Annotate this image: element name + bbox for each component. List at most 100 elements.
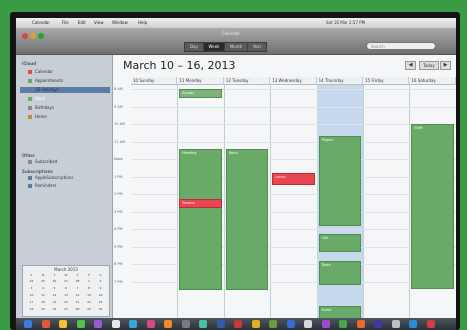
calendar-event[interactable]: All-day bbox=[179, 89, 222, 98]
minimize-window-button[interactable] bbox=[30, 33, 36, 39]
segment-day[interactable]: Day bbox=[184, 42, 204, 52]
mini-calendar-day[interactable]: 4 bbox=[38, 286, 49, 291]
downloads-icon[interactable] bbox=[409, 320, 417, 328]
preview-icon[interactable] bbox=[216, 320, 225, 328]
pages-icon[interactable] bbox=[356, 320, 365, 328]
contacts-icon[interactable] bbox=[234, 320, 242, 328]
terminal-icon[interactable] bbox=[391, 320, 400, 328]
mini-calendar-day[interactable]: 6 bbox=[61, 286, 72, 291]
calendar-event[interactable]: Project bbox=[318, 136, 361, 226]
today-button[interactable]: Today bbox=[419, 61, 439, 70]
calendar-event[interactable]: Call bbox=[318, 234, 361, 252]
menubar-clock[interactable]: Sat 16 Mar 2:57 PM bbox=[326, 20, 365, 26]
photos-icon[interactable] bbox=[146, 320, 155, 328]
day-header[interactable]: 14 Thursday bbox=[316, 77, 363, 85]
notes-icon[interactable] bbox=[59, 320, 67, 328]
sidebar-calendar-item[interactable]: US Holidays bbox=[28, 87, 59, 93]
messages-icon[interactable] bbox=[76, 320, 85, 328]
sidebar-calendar-item[interactable]: Calendar bbox=[28, 69, 53, 75]
zoom-window-button[interactable] bbox=[38, 33, 44, 39]
mini-calendar-day[interactable]: 20 bbox=[61, 300, 72, 305]
mail-icon[interactable] bbox=[41, 320, 50, 328]
mini-calendar-day[interactable]: 25 bbox=[38, 279, 49, 284]
mini-calendar-day[interactable]: 21 bbox=[72, 300, 83, 305]
mini-calendar-day[interactable]: 11 bbox=[38, 293, 49, 298]
settings-icon[interactable] bbox=[181, 320, 190, 328]
calendar-event[interactable]: Team bbox=[318, 260, 361, 285]
calendar-event[interactable]: Lunch bbox=[272, 173, 315, 186]
mini-calendar-day[interactable]: 22 bbox=[84, 300, 95, 305]
mini-calendar-day[interactable]: 18 bbox=[38, 300, 49, 305]
mini-calendar-day[interactable]: 28 bbox=[72, 307, 83, 312]
mini-calendar-day[interactable]: 8 bbox=[84, 286, 95, 291]
calendar-event[interactable]: Review bbox=[179, 199, 222, 208]
mini-calendar-day[interactable]: 10 bbox=[26, 293, 37, 298]
day-header[interactable]: 13 Wednesday bbox=[270, 77, 317, 85]
day-header[interactable]: 11 Monday bbox=[177, 77, 224, 85]
numbers-icon[interactable] bbox=[339, 320, 347, 328]
mini-calendar-day[interactable]: 26 bbox=[49, 307, 60, 312]
mini-calendar-day[interactable]: 27 bbox=[61, 307, 72, 312]
mini-calendar-day[interactable]: 16 bbox=[95, 293, 106, 298]
facetime-icon[interactable] bbox=[269, 320, 277, 328]
menu-view[interactable]: View bbox=[94, 20, 104, 26]
mini-calendar-day[interactable]: 24 bbox=[26, 307, 37, 312]
appstore-icon[interactable] bbox=[129, 320, 137, 328]
day-column[interactable] bbox=[131, 85, 179, 318]
mini-calendar-day[interactable]: 17 bbox=[26, 300, 37, 305]
itunes-icon[interactable] bbox=[94, 320, 102, 328]
mini-calendar-day[interactable]: 1 bbox=[84, 279, 95, 284]
search-input[interactable]: Search bbox=[366, 42, 436, 50]
mini-calendar-day[interactable]: 28 bbox=[72, 279, 83, 284]
day-column[interactable] bbox=[270, 85, 318, 318]
calendar-app-icon[interactable] bbox=[164, 320, 172, 328]
sidebar-item-subscribed[interactable]: Subscribed bbox=[28, 159, 57, 165]
mini-calendar-day[interactable]: 27 bbox=[61, 279, 72, 284]
menu-file[interactable]: File bbox=[62, 20, 69, 26]
menu-help[interactable]: Help bbox=[138, 20, 147, 26]
mini-calendar-day[interactable]: 13 bbox=[61, 293, 72, 298]
mini-calendar-day[interactable]: 12 bbox=[49, 293, 60, 298]
trash-icon[interactable] bbox=[426, 320, 435, 328]
day-header[interactable]: 16 Saturday bbox=[409, 77, 456, 85]
mini-calendar-day[interactable]: 29 bbox=[84, 307, 95, 312]
mini-calendar-day[interactable]: 7 bbox=[72, 286, 83, 291]
day-header[interactable]: 10 Sunday bbox=[131, 77, 178, 85]
calendar-event[interactable]: Meeting bbox=[179, 148, 222, 291]
sidebar-calendar-item[interactable]: Appointments bbox=[28, 78, 63, 84]
close-window-button[interactable] bbox=[22, 33, 28, 39]
reminders-icon[interactable] bbox=[251, 320, 260, 328]
maps-icon[interactable] bbox=[199, 320, 207, 328]
next-week-button[interactable]: ▶ bbox=[440, 61, 451, 70]
menu-app[interactable]: Calendar bbox=[32, 20, 50, 26]
day-header[interactable]: 15 Friday bbox=[363, 77, 410, 85]
mini-calendar-day[interactable]: 2 bbox=[95, 279, 106, 284]
day-header[interactable]: 12 Tuesday bbox=[223, 77, 271, 85]
sidebar-calendar-item[interactable]: Birthdays bbox=[28, 105, 54, 111]
mini-calendar-day[interactable]: 14 bbox=[72, 293, 83, 298]
keynote-icon[interactable] bbox=[374, 320, 382, 328]
sidebar-calendar-item[interactable]: Home bbox=[28, 114, 47, 120]
segment-month[interactable]: Month bbox=[224, 42, 248, 52]
mini-calendar-day[interactable]: 24 bbox=[26, 279, 37, 284]
mini-calendar-day[interactable]: 23 bbox=[95, 300, 106, 305]
menu-window[interactable]: Window bbox=[112, 20, 128, 26]
sidebar-calendar-item[interactable]: Work bbox=[28, 96, 45, 102]
day-column[interactable] bbox=[363, 85, 411, 318]
mini-calendar-day[interactable]: 5 bbox=[49, 286, 60, 291]
segment-year[interactable]: Year bbox=[247, 42, 267, 52]
segment-week[interactable]: Week bbox=[203, 42, 225, 52]
mini-calendar-day[interactable]: 15 bbox=[84, 293, 95, 298]
sidebar-item-reminders[interactable]: Reminders bbox=[28, 183, 56, 189]
textedit-icon[interactable] bbox=[304, 320, 312, 328]
mini-calendar-day[interactable]: 30 bbox=[95, 307, 106, 312]
finder-icon[interactable] bbox=[24, 320, 32, 328]
previous-week-button[interactable]: ◀ bbox=[405, 61, 416, 70]
sidebar-item-apple-subscriptions[interactable]: AppleSubscriptions bbox=[28, 175, 73, 181]
menu-edit[interactable]: Edit bbox=[78, 20, 86, 26]
mini-calendar-day[interactable]: 26 bbox=[49, 279, 60, 284]
week-grid[interactable]: 10 Sunday 11 Monday 12 Tuesday 13 Wednesday… bbox=[113, 77, 456, 330]
xcode-icon[interactable] bbox=[286, 320, 295, 328]
calendar-event[interactable]: Work bbox=[225, 148, 269, 291]
mini-calendar-day[interactable]: 19 bbox=[49, 300, 60, 305]
